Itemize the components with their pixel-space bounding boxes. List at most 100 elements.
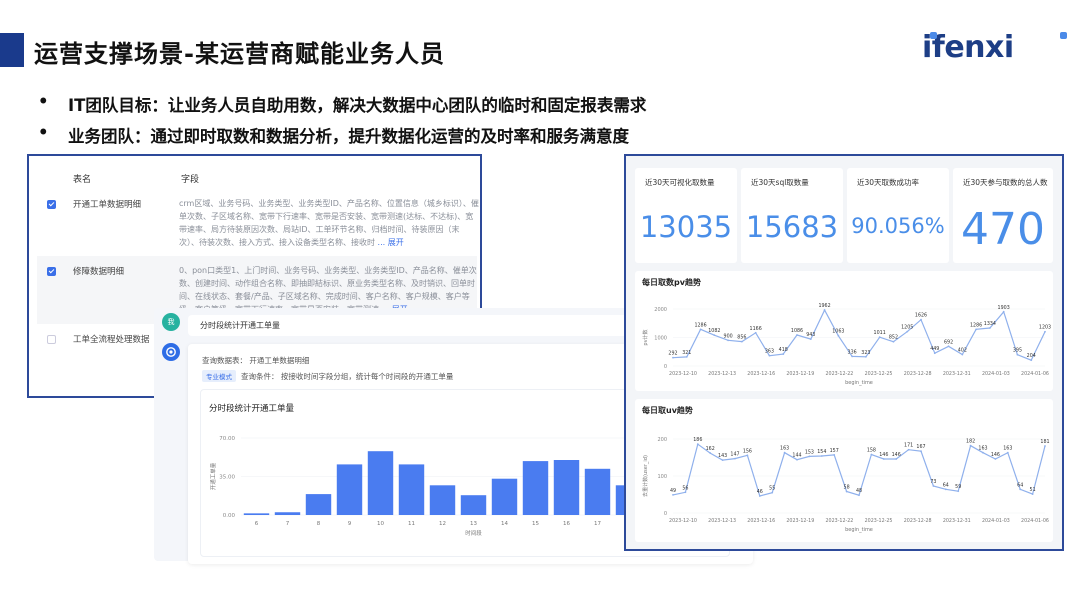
data-point [709, 452, 712, 454]
x-tick-label: 9 [348, 521, 352, 527]
kpi-card: 近30天参与取数的总人数 470 [953, 168, 1053, 263]
bar [367, 451, 394, 515]
kpi-card: 近30天可视化取数量 13035 [635, 168, 737, 263]
data-label: 449 [930, 346, 939, 352]
data-label: 321 [682, 350, 691, 356]
data-label: 163 [1003, 446, 1012, 452]
data-label: 1203 [1039, 325, 1051, 331]
row-checkbox[interactable] [47, 200, 56, 209]
data-label: 154 [817, 449, 826, 455]
data-label: 144 [792, 453, 801, 459]
x-tick-label: 14 [501, 521, 508, 527]
bullet-it-goal: IT团队目标：让业务人员自助用数，解决大数据中心团队的临时和固定报表需求 [38, 92, 646, 116]
bar [584, 468, 611, 515]
data-point [696, 443, 699, 446]
data-label: 1286 [970, 322, 982, 328]
data-point [932, 485, 935, 487]
data-label: 48 [856, 488, 862, 494]
logo-dot-icon [930, 32, 937, 39]
pv-line-chart: 200010000292 32112861082900 8561166363 4181… [642, 303, 1051, 386]
data-point [957, 490, 960, 493]
data-label: 1166 [750, 326, 762, 332]
x-tick-label: 2023-12-22 [825, 371, 853, 377]
row-checkbox[interactable] [47, 267, 56, 276]
data-point [685, 355, 688, 358]
data-point [823, 309, 826, 311]
x-tick-label: 2024-01-03 [982, 371, 1010, 377]
y-tick-label: 0 [664, 364, 667, 370]
kpi-value: 470 [961, 204, 1045, 255]
data-point [920, 450, 922, 453]
data-point [882, 458, 885, 460]
x-tick-label: 17 [594, 521, 601, 527]
x-tick-label: 2023-12-16 [747, 371, 775, 377]
data-label: 171 [904, 443, 913, 449]
data-label: 49 [670, 488, 676, 494]
data-point [969, 444, 972, 447]
user-avatar: 我 [162, 313, 180, 331]
data-label: 186 [693, 437, 702, 443]
data-point [982, 451, 984, 454]
data-label: 336 [848, 349, 857, 355]
bar [336, 464, 363, 515]
data-label: 900 [724, 333, 733, 339]
data-label: 59 [955, 484, 961, 490]
x-tick-label: 12 [439, 521, 446, 527]
data-point [796, 458, 798, 461]
data-point [933, 352, 936, 355]
data-label: 418 [779, 347, 788, 353]
data-point [851, 355, 854, 358]
row-checkbox[interactable] [47, 335, 56, 344]
x-tick-label: 16 [563, 521, 570, 527]
data-label: 395 [1013, 348, 1022, 354]
data-point [870, 453, 873, 456]
data-point [721, 459, 724, 461]
x-tick-label: 2023-12-28 [904, 518, 932, 524]
x-tick-label: 8 [317, 521, 321, 527]
x-tick-label: 2023-12-25 [865, 371, 893, 377]
data-point [895, 458, 898, 460]
x-tick-label: 6 [255, 521, 259, 527]
x-tick-label: 2024-01-03 [982, 518, 1010, 524]
table-row[interactable]: 开通工单数据明细 crm区域、业务号码、业务类型、业务类型ID、产品名称、位置信… [29, 190, 480, 256]
y-axis-label: 开通工单量 [209, 462, 217, 490]
x-tick-label: 13 [470, 521, 477, 527]
y-tick-label: 0.00 [223, 513, 236, 519]
x-axis-label: 时间段 [465, 529, 482, 537]
y-tick-label: 2000 [654, 307, 667, 313]
data-point [699, 328, 702, 331]
bar [491, 478, 518, 515]
expand-link[interactable]: ... 展开 [378, 238, 404, 247]
data-label: 1286 [694, 322, 706, 328]
data-point [672, 356, 674, 359]
data-label: 1082 [708, 328, 720, 334]
data-point [1030, 359, 1033, 362]
data-label: 1334 [984, 321, 996, 327]
bar [243, 513, 270, 515]
table-fields: crm区域、业务号码、业务类型、业务类型ID、产品名称、位置信息（城乡标识）、催… [179, 199, 479, 247]
data-point [734, 457, 736, 460]
x-tick-label: 2023-12-31 [943, 371, 971, 377]
page-title: 运营支撑场景-某运营商赋能业务人员 [34, 40, 445, 68]
x-tick-label: 2023-12-10 [669, 371, 697, 377]
data-point [1044, 330, 1046, 333]
data-point [920, 318, 922, 321]
x-tick-label: 2023-12-28 [904, 371, 932, 377]
data-label: 163 [978, 446, 987, 452]
y-tick-label: 100 [657, 474, 667, 480]
y-axis-label: pv计数 [642, 329, 649, 345]
data-point [809, 338, 812, 341]
data-point [808, 455, 811, 458]
x-tick-label: 2023-12-10 [669, 518, 697, 524]
data-label: 167 [916, 444, 925, 450]
data-point [754, 331, 757, 334]
data-label: 363 [765, 349, 774, 355]
data-point [768, 354, 771, 357]
data-point [845, 490, 848, 493]
data-point [947, 345, 950, 348]
y-tick-label: 70.00 [219, 436, 235, 442]
data-label: 163 [780, 446, 789, 452]
data-point [1044, 445, 1046, 447]
bar [460, 495, 487, 515]
query-condition-line: 专业模式 查询条件： 按接收时间字段分组，统计每个时间段的开通工单量 [202, 370, 453, 382]
